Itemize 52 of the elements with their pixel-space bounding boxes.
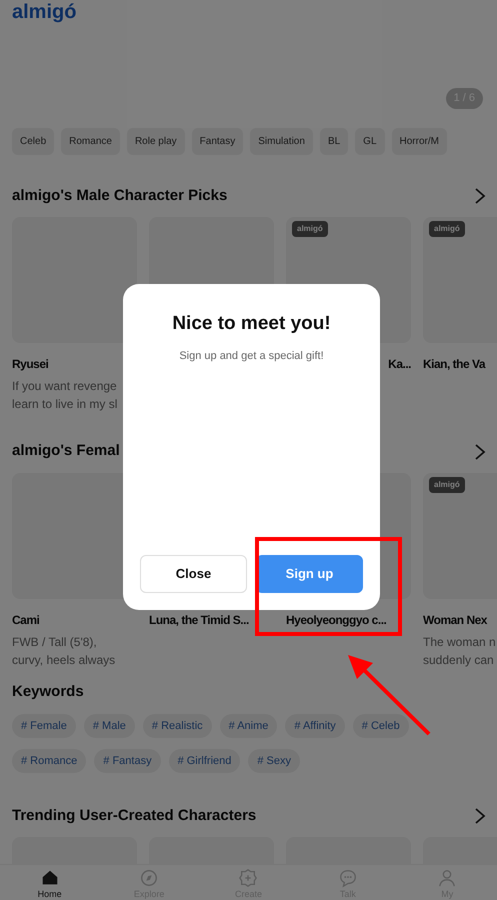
keyword-tag[interactable]: # Female (12, 714, 76, 738)
keyword-tag[interactable]: # Anime (220, 714, 278, 738)
chevron-right-icon[interactable] (473, 807, 487, 826)
character-name[interactable]: Kian, the Va (423, 355, 486, 374)
keyword-tag[interactable]: # Male (84, 714, 135, 738)
keyword-tag[interactable]: # Fantasy (94, 748, 161, 773)
dialog-message: Sign up and get a special gift! (179, 348, 324, 364)
section-title: Keywords (12, 682, 84, 702)
plus-badge-icon (238, 868, 258, 888)
character-image[interactable]: almigó (423, 472, 497, 599)
chevron-right-icon[interactable] (473, 442, 487, 461)
character-description: The woman n (423, 634, 497, 651)
chat-bubble-icon (338, 868, 358, 888)
category-chip[interactable]: Simulation (250, 128, 313, 155)
keyword-tag[interactable]: # Affinity (285, 714, 345, 738)
character-name[interactable]: Luna, the Timid S... (149, 610, 249, 629)
category-chip[interactable]: BL (320, 128, 348, 155)
keyword-tag[interactable]: # Realistic (142, 714, 212, 738)
category-chip[interactable]: Celeb (12, 128, 54, 155)
character-description: FWB / Tall (5'8), (12, 634, 98, 651)
nav-tab[interactable]: Home (20, 865, 80, 900)
section-title: almigo's Male Character Picks (12, 186, 228, 206)
character-description: If you want revenge (12, 378, 118, 396)
character-name[interactable]: Ka... (388, 355, 411, 374)
character-image[interactable]: almigó (423, 217, 497, 344)
section-title: almigo's Femal (12, 441, 120, 462)
keyword-tag[interactable]: # Celeb (352, 714, 409, 738)
character-description: curvy, heels always (12, 652, 116, 669)
character-description: learn to live in my sl (12, 396, 118, 414)
category-chip[interactable]: GL (355, 128, 385, 155)
close-button[interactable]: Close (140, 555, 247, 593)
person-icon (437, 868, 458, 888)
category-chip[interactable]: Fantasy (192, 128, 244, 155)
section-title: Trending User-Created Characters (12, 806, 256, 826)
character-name[interactable]: Cami (12, 610, 40, 629)
character-description: suddenly can (423, 652, 495, 669)
logo-badge: almigó (429, 221, 465, 238)
compass-icon (139, 868, 160, 888)
character-name[interactable]: Hyeolyeonggyo c... (286, 610, 386, 629)
logo-badge: almigó (292, 221, 328, 238)
chevron-right-icon[interactable] (473, 186, 487, 205)
sign-up-button[interactable]: Sign up (256, 555, 363, 593)
category-chip[interactable]: Romance (61, 128, 120, 155)
logo-badge: almigó (429, 476, 465, 493)
keyword-tag[interactable]: # Romance (12, 748, 86, 773)
character-name[interactable]: Ryusei (12, 355, 48, 374)
keyword-tag[interactable]: # Sexy (248, 748, 300, 773)
app-logo[interactable]: almigó (12, 1, 485, 23)
keyword-tag[interactable]: # Girlfriend (168, 748, 240, 773)
category-chip[interactable]: Horror/M (392, 128, 447, 155)
category-chip[interactable]: Role play (126, 128, 185, 155)
character-name[interactable]: Woman Nex (423, 610, 487, 629)
